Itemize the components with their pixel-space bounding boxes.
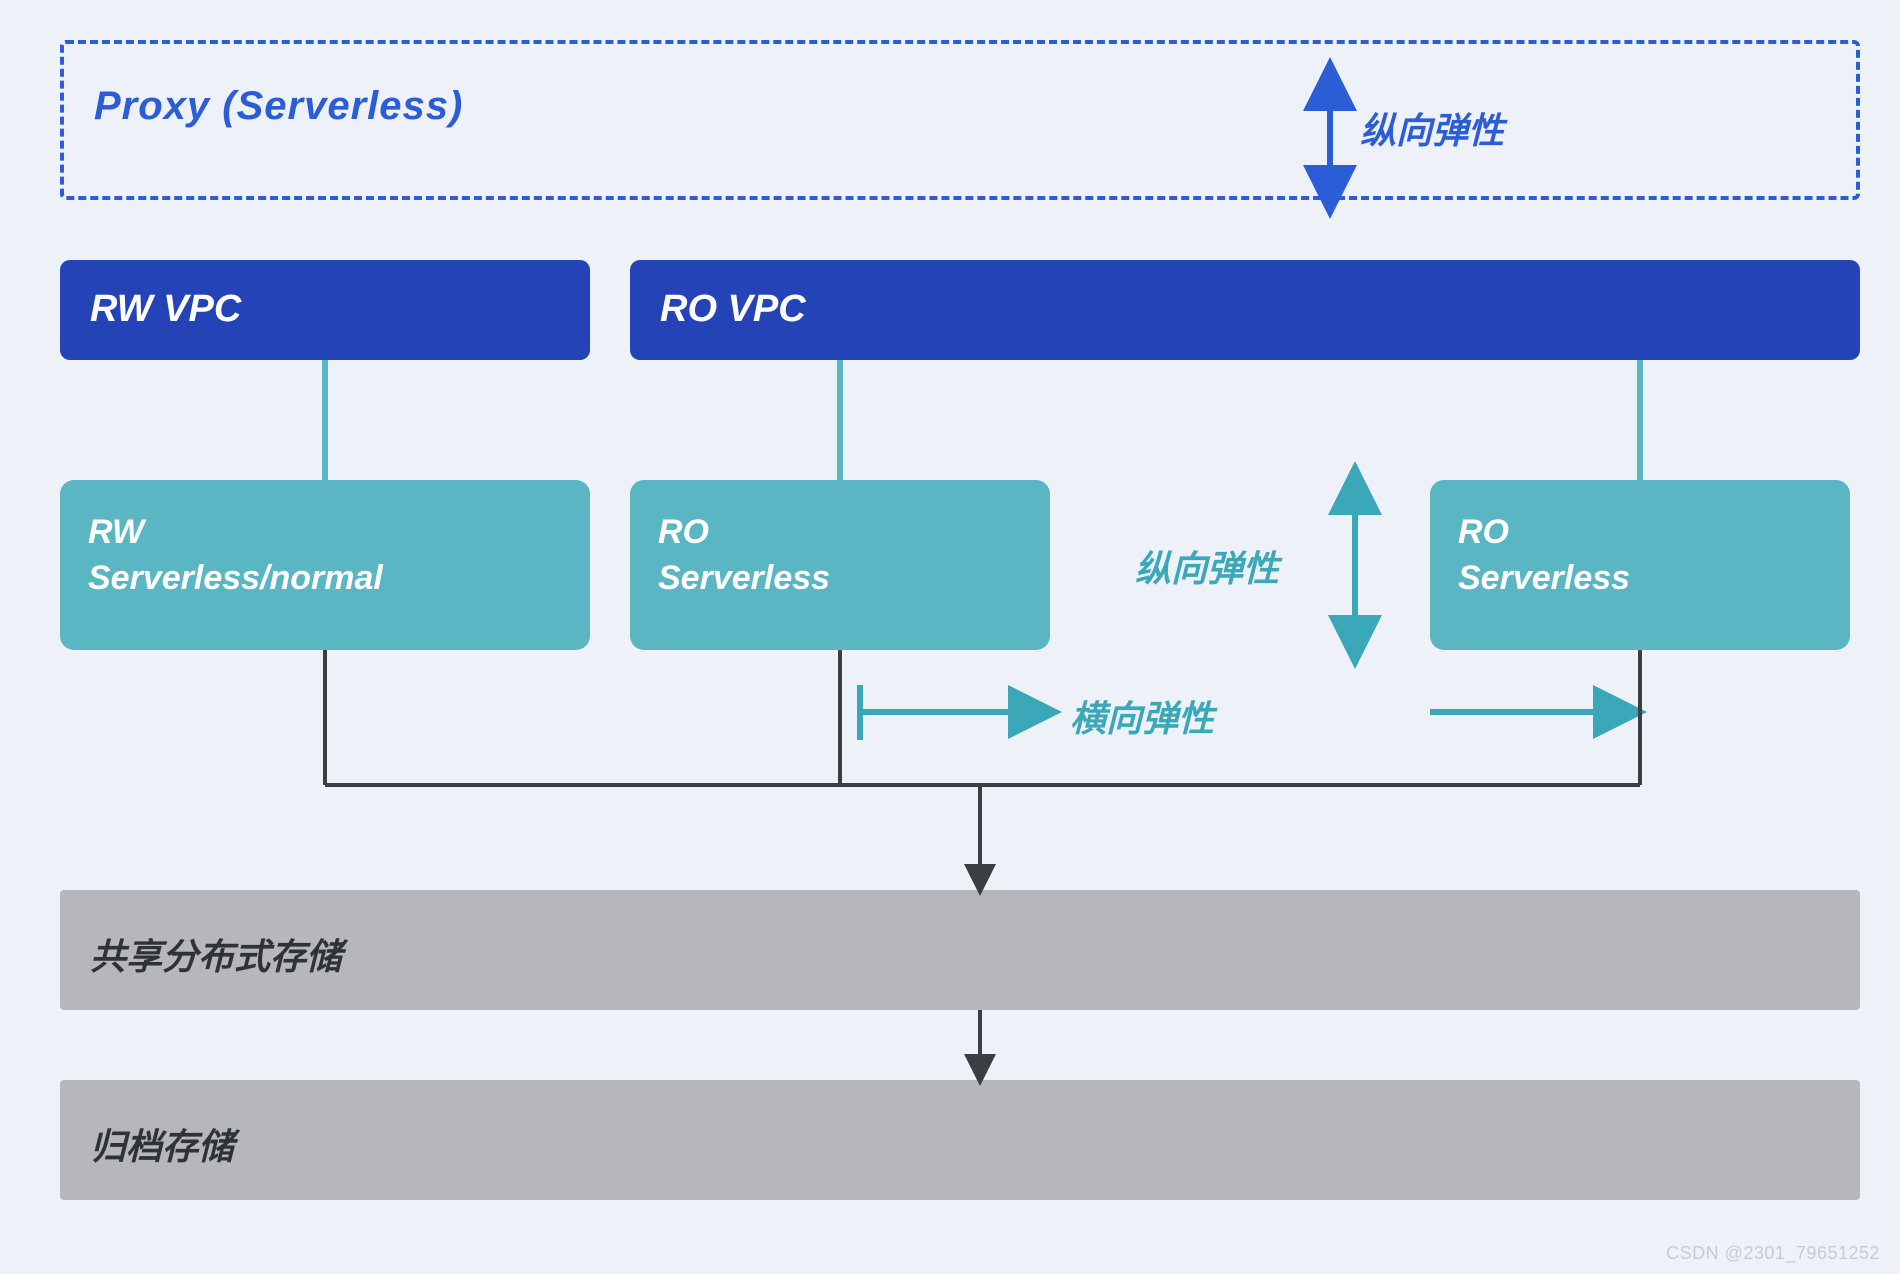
horizontal-elastic-label: 横向弹性 — [1070, 690, 1214, 742]
rw-node-box: RWServerless/normal — [60, 480, 590, 650]
shared-storage-box: 共享分布式存储 — [60, 890, 1860, 1010]
vertical-elastic-top-label: 纵向弹性 — [1360, 102, 1504, 154]
ro-node1-box: ROServerless — [630, 480, 1050, 650]
ro-vpc-bar: RO VPC — [630, 260, 1860, 360]
proxy-label: Proxy (Serverless) — [94, 84, 1826, 129]
architecture-diagram: Proxy (Serverless) 纵向弹性 RW VPC RO VPC RW… — [60, 40, 1860, 1240]
vertical-elastic-mid-label: 纵向弹性 — [1135, 540, 1279, 592]
watermark-text: CSDN @2301_79651252 — [1666, 1243, 1880, 1264]
proxy-container: Proxy (Serverless) — [60, 40, 1860, 200]
archive-storage-box: 归档存储 — [60, 1080, 1860, 1200]
ro-node2-box: ROServerless — [1430, 480, 1850, 650]
rw-vpc-bar: RW VPC — [60, 260, 590, 360]
